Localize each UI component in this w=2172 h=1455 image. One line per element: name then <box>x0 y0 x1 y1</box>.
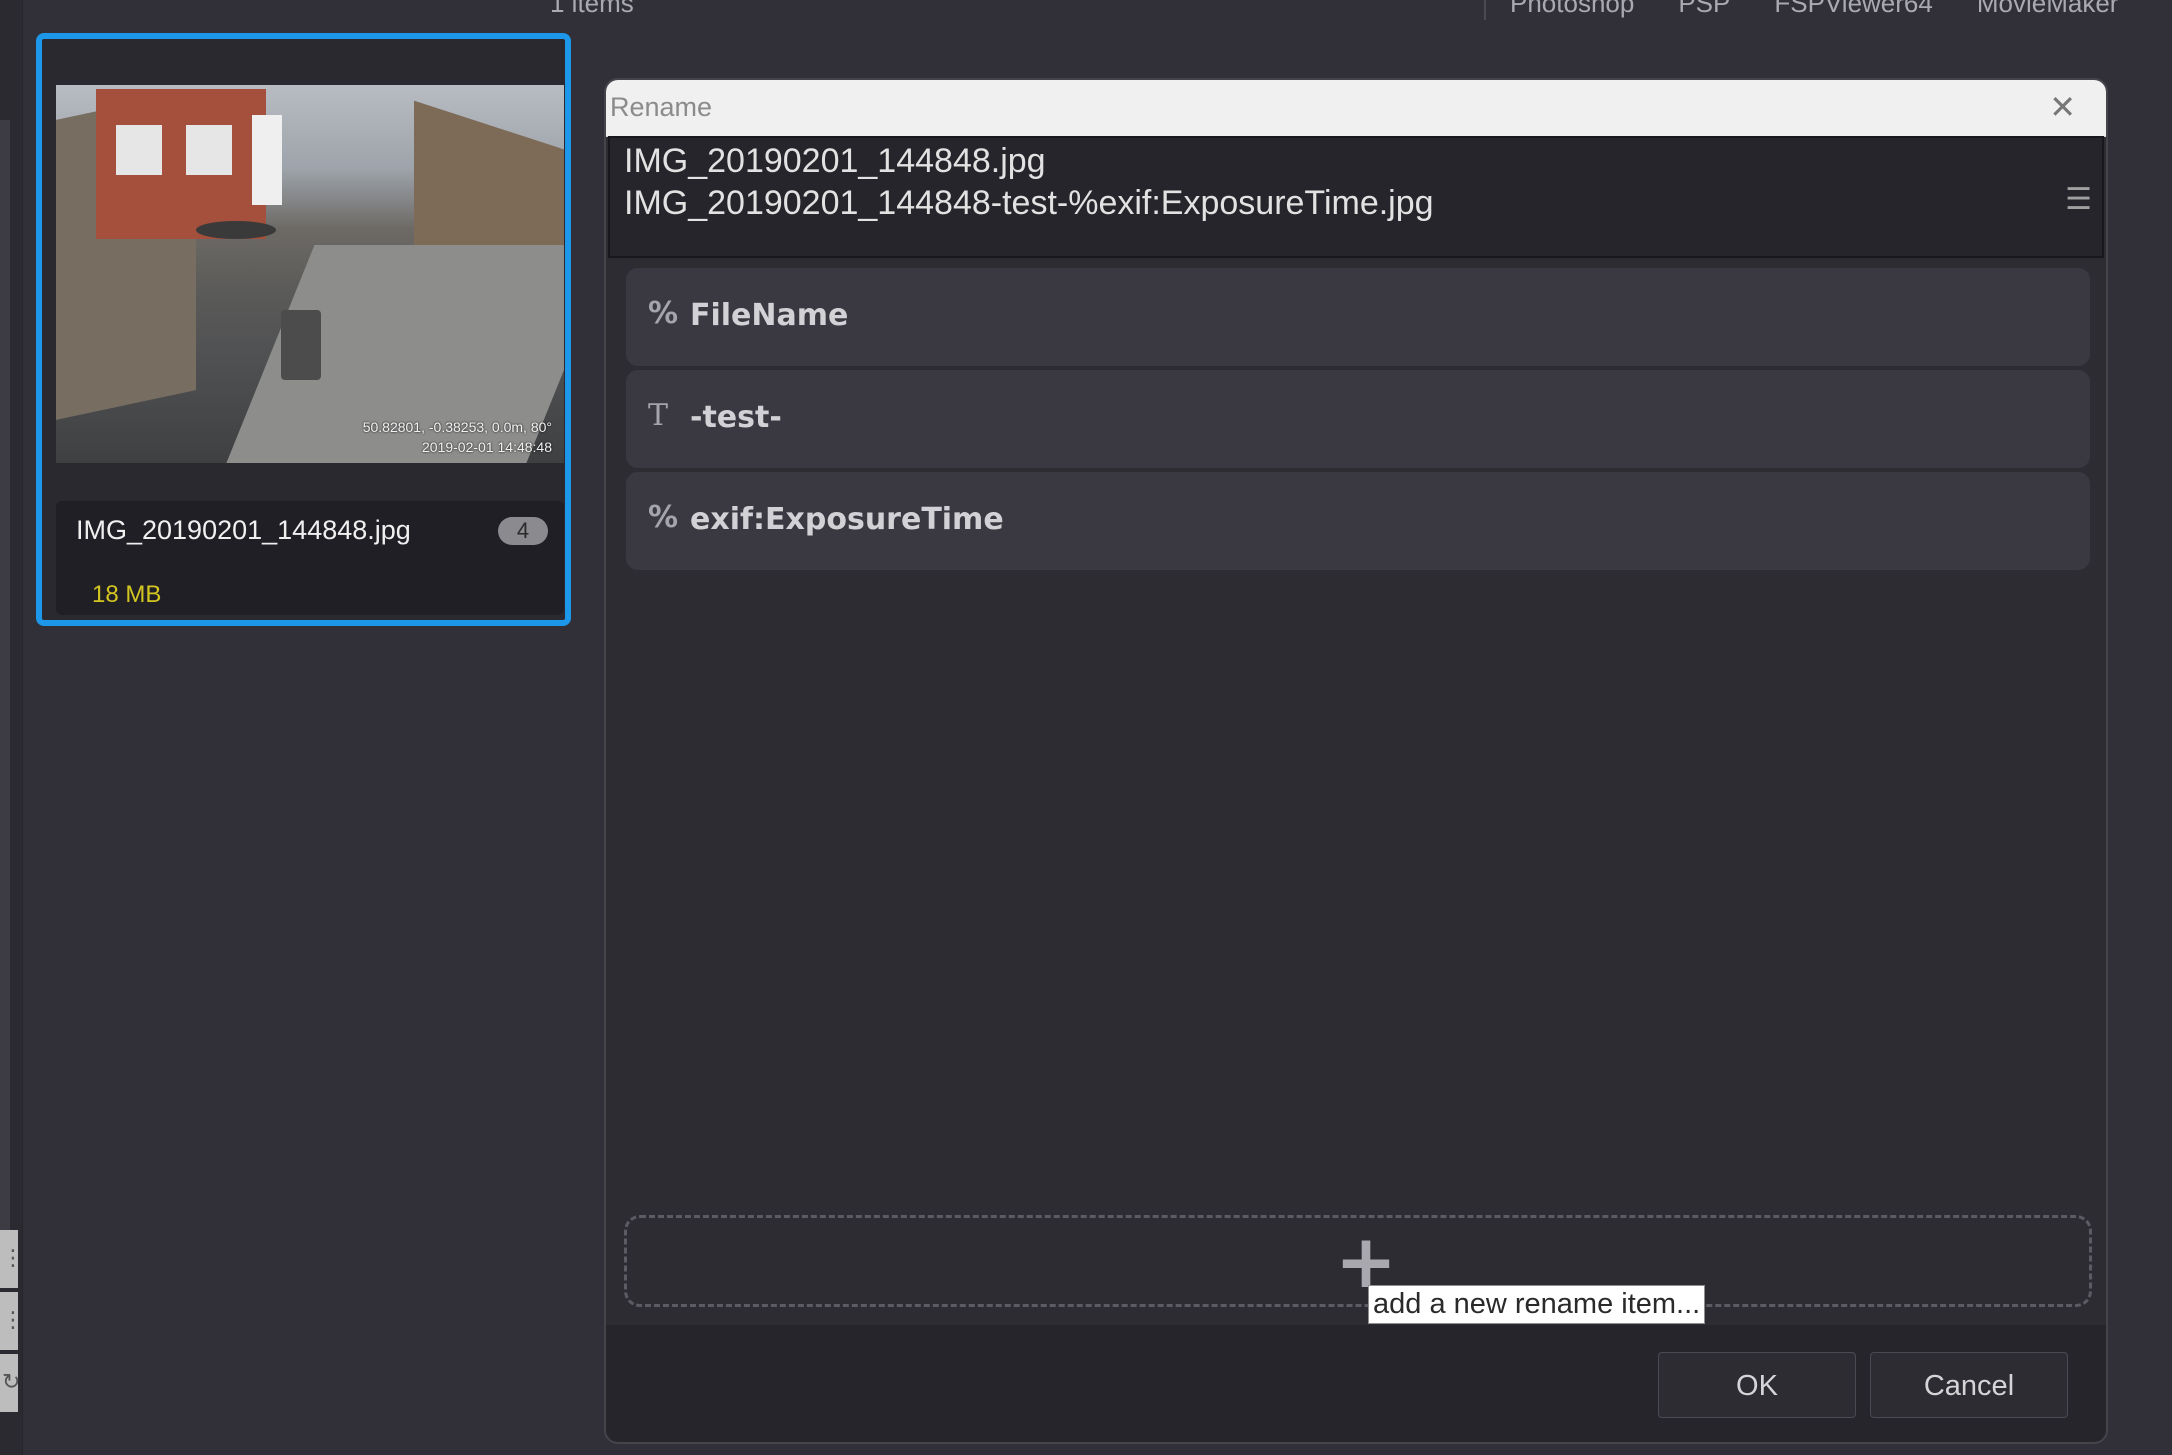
file-size: 18 MB <box>92 581 162 608</box>
header-divider <box>1484 0 1486 20</box>
photo-timestamp: 50.82801, -0.38253, 0.0m, 80° 2019-02-01… <box>362 419 552 455</box>
side-tab-1[interactable]: ⋮ <box>0 1230 24 1288</box>
rename-preview: IMG_20190201_144848.jpg IMG_20190201_144… <box>608 136 2104 258</box>
text-icon: T <box>648 398 669 433</box>
close-icon[interactable]: ✕ <box>2049 88 2076 126</box>
cancel-button[interactable]: Cancel <box>1870 1352 2068 1418</box>
side-tab-group: ⋮ ⋮ ↻ <box>0 1230 24 1416</box>
items-count: 1 items <box>550 0 634 18</box>
thumbnail-card[interactable]: 50.82801, -0.38253, 0.0m, 80° 2019-02-01… <box>36 33 571 626</box>
app-moviemaker[interactable]: MovieMaker <box>1977 0 2119 19</box>
app-psp[interactable]: PSP <box>1678 0 1730 19</box>
app-photoshop[interactable]: Photoshop <box>1510 0 1634 19</box>
rename-item-text[interactable]: T -test- <box>626 370 2090 468</box>
vertical-scrollbar[interactable] <box>0 120 10 1230</box>
thumbnail-filename: IMG_20190201_144848.jpg <box>76 515 411 545</box>
dialog-titlebar: Rename ✕ <box>606 80 2106 137</box>
hamburger-menu-icon[interactable]: ☰ <box>2065 182 2092 217</box>
app-fspviewer64[interactable]: FSPViewer64 <box>1774 0 1933 19</box>
original-filename: IMG_20190201_144848.jpg <box>624 142 1046 180</box>
external-apps-menu: Photoshop PSP FSPViewer64 MovieMaker <box>1510 0 2118 19</box>
thumbnail-image: 50.82801, -0.38253, 0.0m, 80° 2019-02-01… <box>56 85 564 463</box>
add-item-tooltip: add a new rename item... <box>1368 1285 1706 1324</box>
grip-icon: ⋮ <box>2 1308 24 1333</box>
rename-item-label: FileName <box>690 298 849 333</box>
dialog-title: Rename <box>610 92 713 122</box>
renamed-filename: IMG_20190201_144848-test-%exif:ExposureT… <box>624 184 1434 222</box>
thumbnail-info: IMG_20190201_144848.jpg 4 18 MB <box>56 501 564 615</box>
ok-button[interactable]: OK <box>1658 1352 1856 1418</box>
rename-item-exif[interactable]: % exif:ExposureTime <box>626 472 2090 570</box>
side-tab-3[interactable]: ↻ <box>0 1354 21 1412</box>
side-tab-2[interactable]: ⋮ <box>0 1292 24 1350</box>
count-badge: 4 <box>498 517 548 545</box>
refresh-icon: ↻ <box>2 1370 21 1395</box>
rename-item-label: -test- <box>690 400 782 435</box>
variable-icon: % <box>648 296 679 331</box>
grip-icon: ⋮ <box>2 1246 24 1271</box>
add-rename-item-button[interactable]: + <box>624 1215 2092 1307</box>
rename-item-label: exif:ExposureTime <box>690 502 1004 537</box>
rename-item-filename[interactable]: % FileName <box>626 268 2090 366</box>
variable-icon: % <box>648 500 679 535</box>
rename-dialog: Rename ✕ IMG_20190201_144848.jpg IMG_201… <box>604 78 2108 1444</box>
